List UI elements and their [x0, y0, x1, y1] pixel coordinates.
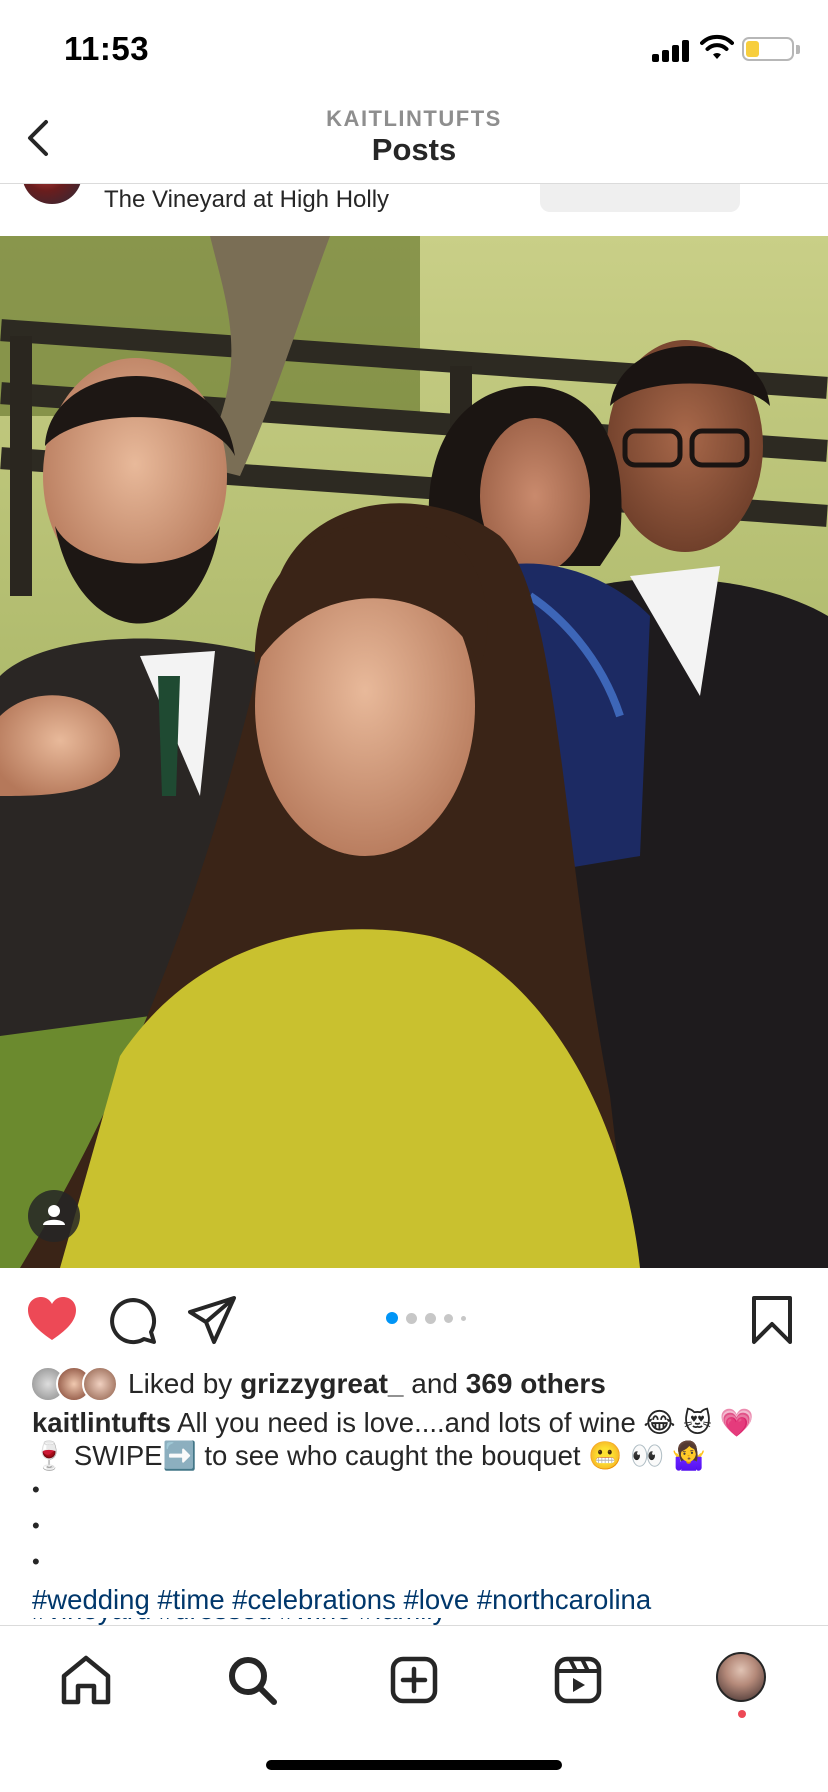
nav-header: KAITLINTUFTS Posts	[0, 96, 828, 184]
likes-prefix: Liked by	[128, 1368, 233, 1399]
post-location[interactable]: The Vineyard at High Holly	[104, 186, 389, 214]
cellular-signal-icon	[652, 38, 690, 62]
post-caption: kaitlintufts All you need is love....and…	[32, 1406, 812, 1580]
carousel-dot	[461, 1315, 466, 1321]
carousel-dot	[425, 1312, 436, 1324]
caption-username[interactable]: kaitlintufts	[32, 1407, 171, 1438]
caption-bullet: •	[32, 1477, 40, 1502]
nav-username: KAITLINTUFTS	[326, 106, 502, 131]
post-actions	[0, 1268, 828, 1364]
reels-icon[interactable]	[548, 1650, 608, 1710]
likes-row[interactable]: Liked by grizzygreat_ and 369 others	[30, 1364, 810, 1404]
likes-conjunction: and	[411, 1368, 458, 1399]
liked-by-user[interactable]: grizzygreat_	[240, 1368, 403, 1399]
caption-text-1: All you need is love....and lots of wine…	[177, 1407, 754, 1438]
carousel-dot	[406, 1312, 417, 1324]
heart-filled-icon[interactable]	[24, 1292, 80, 1348]
notification-dot	[738, 1710, 746, 1718]
search-icon[interactable]	[222, 1650, 282, 1710]
battery-level	[746, 41, 759, 57]
home-icon[interactable]	[56, 1650, 116, 1710]
carousel-dot	[444, 1313, 453, 1323]
person-icon	[43, 1205, 65, 1225]
caption-bullet: •	[32, 1549, 40, 1574]
profile-avatar[interactable]	[716, 1652, 766, 1702]
likes-text[interactable]: Liked by grizzygreat_ and 369 others	[128, 1368, 606, 1400]
caption-bullet: •	[32, 1513, 40, 1538]
plus-square-icon[interactable]	[384, 1650, 444, 1710]
status-time: 11:53	[64, 30, 150, 67]
bookmark-icon[interactable]	[744, 1292, 800, 1348]
likes-count[interactable]: 369 others	[466, 1368, 606, 1399]
post-photo[interactable]	[0, 236, 828, 1268]
paper-plane-icon[interactable]	[184, 1292, 240, 1348]
caption-hashtags[interactable]: #wedding #time #celebrations #love #nort…	[32, 1584, 812, 1616]
comment-icon[interactable]	[104, 1292, 160, 1348]
carousel-indicator	[386, 1312, 486, 1324]
caption-line-1: kaitlintufts All you need is love....and…	[32, 1406, 812, 1439]
status-bar: 11:53	[0, 0, 828, 96]
page-title: Posts	[371, 132, 457, 167]
carousel-dot	[386, 1312, 398, 1324]
wifi-icon	[700, 34, 734, 59]
liker-avatar	[82, 1366, 118, 1402]
caption-text-2: 🍷 SWIPE➡️ to see who caught the bouquet …	[32, 1440, 707, 1471]
tagged-people-button[interactable]	[28, 1190, 80, 1242]
home-indicator[interactable]	[266, 1760, 562, 1770]
battery-icon	[742, 37, 794, 61]
post-photo-illustration	[0, 236, 828, 1268]
battery-tip	[796, 45, 800, 54]
